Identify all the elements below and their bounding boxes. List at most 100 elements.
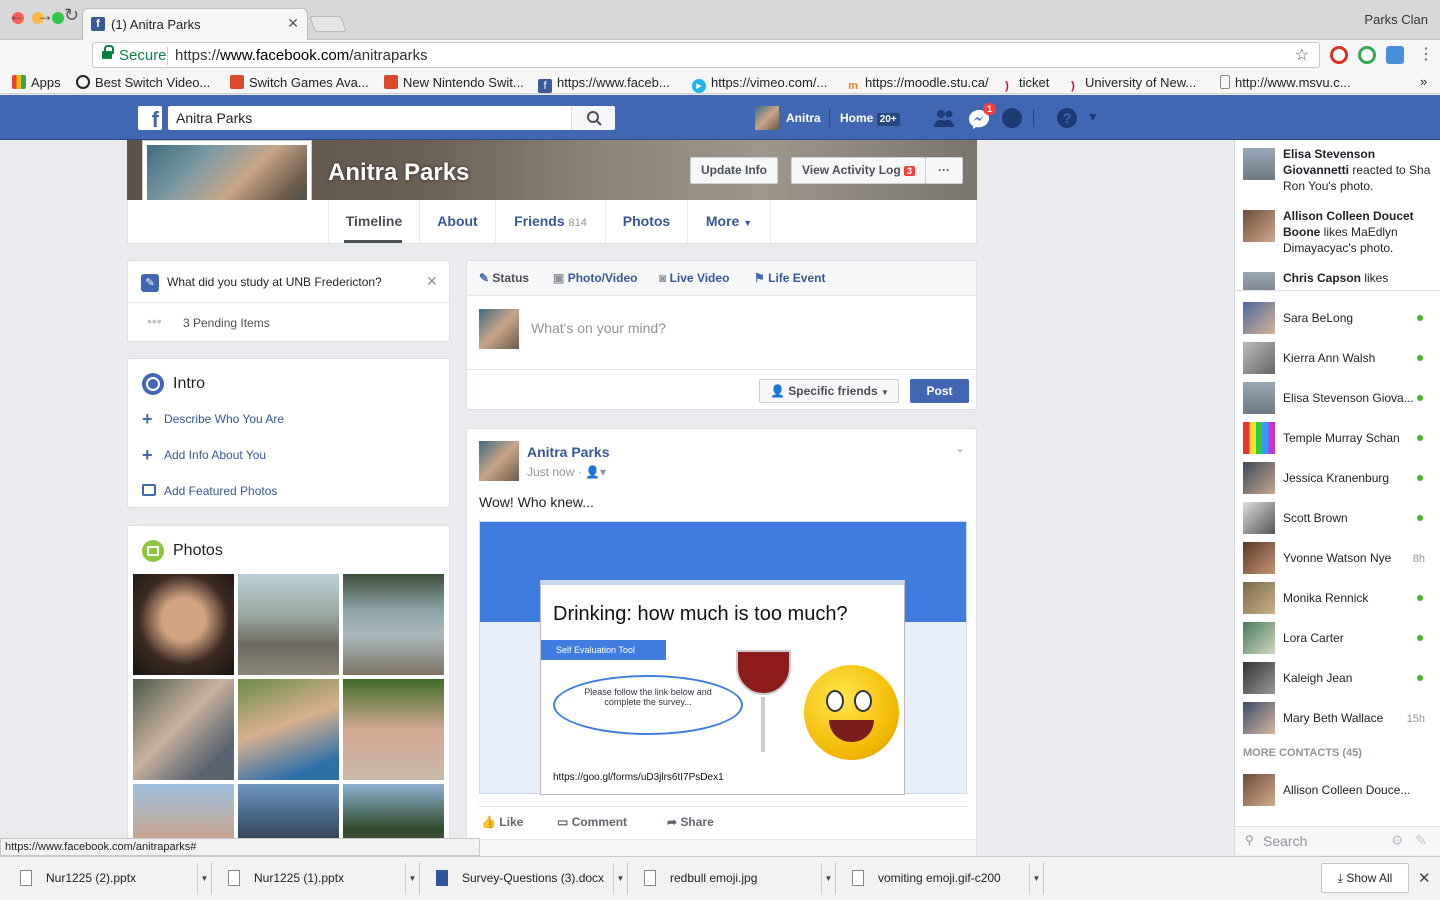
bookmarks-overflow-icon[interactable]: »: [1420, 74, 1427, 89]
contact-item[interactable]: Mary Beth Wallace 15h: [1243, 702, 1433, 734]
share-button[interactable]: ➦ Share: [667, 815, 714, 829]
bookmark-item[interactable]: Best Switch Video...: [76, 75, 210, 90]
url-text[interactable]: https://www.facebook.com/anitraparks: [175, 47, 428, 64]
post-time[interactable]: Just now ·: [527, 465, 582, 479]
account-dropdown-icon[interactable]: ▼: [1087, 110, 1099, 124]
describe-who-you-are-link[interactable]: Describe Who You Are: [164, 412, 284, 426]
download-menu-icon[interactable]: ▼: [613, 863, 627, 895]
photo-thumbnail[interactable]: [343, 784, 444, 844]
photo-video-tab[interactable]: ▣ Photo/Video: [553, 271, 637, 285]
extension-icon-blue[interactable]: [1386, 46, 1404, 64]
download-item[interactable]: Nur1225 (1).pptx ▼: [214, 863, 420, 895]
contact-item[interactable]: Kierra Ann Walsh: [1243, 342, 1433, 374]
view-activity-log-button[interactable]: View Activity Log 3: [791, 157, 927, 184]
post-author-name[interactable]: Anitra Parks: [527, 444, 609, 460]
fb-search-input[interactable]: [168, 106, 568, 130]
download-menu-icon[interactable]: ▼: [821, 863, 835, 895]
browser-menu-icon[interactable]: ⋮: [1418, 44, 1434, 64]
photo-thumbnail[interactable]: [133, 574, 234, 675]
bookmark-item[interactable]: ) ticket: [1000, 75, 1049, 93]
contact-item[interactable]: Kaleigh Jean: [1243, 662, 1433, 694]
close-tab-icon[interactable]: ✕: [287, 15, 299, 32]
photo-thumbnail[interactable]: [343, 679, 444, 780]
contact-item[interactable]: Monika Rennick: [1243, 582, 1433, 614]
address-bar[interactable]: Secure https://www.facebook.com/anitrapa…: [92, 42, 1320, 68]
tab-more[interactable]: More ▼: [687, 200, 771, 243]
update-info-button[interactable]: Update Info: [690, 157, 778, 184]
facebook-logo-icon[interactable]: f: [138, 106, 162, 130]
life-event-tab[interactable]: ⚑ Life Event: [754, 271, 825, 285]
tab-about[interactable]: About: [419, 200, 495, 243]
download-item[interactable]: Nur1225 (2).pptx ▼: [6, 863, 212, 895]
post-image[interactable]: Drinking: how much is too much? Self Eva…: [479, 521, 967, 795]
download-item[interactable]: redbull emoji.jpg ▼: [630, 863, 836, 895]
header-avatar[interactable]: [755, 106, 779, 130]
download-item[interactable]: Survey-Questions (3).docx ▼: [422, 863, 628, 895]
download-menu-icon[interactable]: ▼: [1029, 863, 1043, 895]
settings-gear-icon[interactable]: ⚙: [1391, 832, 1404, 849]
add-info-link[interactable]: Add Info About You: [164, 448, 266, 462]
forward-arrow-icon[interactable]: →: [36, 5, 54, 26]
comment-button[interactable]: ▭ Comment: [557, 815, 627, 829]
show-all-downloads-button[interactable]: ⤓ Show All: [1321, 863, 1409, 893]
contact-item[interactable]: Scott Brown: [1243, 502, 1433, 534]
extension-icon-green[interactable]: [1358, 46, 1376, 64]
contact-item[interactable]: Jessica Kranenburg: [1243, 462, 1433, 494]
contact-item[interactable]: Lora Carter: [1243, 622, 1433, 654]
bookmark-item[interactable]: http://www.msvu.c...: [1220, 75, 1351, 90]
browser-profile-name[interactable]: Parks Clan: [1364, 12, 1428, 27]
friend-requests-icon[interactable]: [932, 108, 956, 131]
dismiss-prompt-icon[interactable]: ✕: [426, 273, 438, 290]
study-question[interactable]: What did you study at UNB Fredericton?: [167, 275, 382, 289]
photo-thumbnail[interactable]: [133, 784, 234, 844]
post-author-avatar[interactable]: [479, 441, 519, 481]
bookmark-item[interactable]: f https://www.faceb...: [538, 75, 670, 93]
tab-friends[interactable]: Friends 814: [495, 200, 605, 243]
browser-tab-active[interactable]: f (1) Anitra Parks ✕: [82, 8, 308, 40]
post-button[interactable]: Post: [910, 379, 969, 403]
fb-search-button[interactable]: [571, 106, 615, 130]
download-item[interactable]: vomiting emoji.gif-c200 ▼: [838, 863, 1044, 895]
contact-item[interactable]: Elisa Stevenson Giova...: [1243, 382, 1433, 414]
more-options-button[interactable]: ···: [925, 157, 963, 184]
status-tab[interactable]: ✎ Status: [479, 271, 529, 285]
add-featured-photos-link[interactable]: Add Featured Photos: [164, 484, 277, 498]
new-message-icon[interactable]: ✎: [1415, 832, 1427, 849]
new-tab-button[interactable]: [309, 16, 347, 32]
close-downloads-icon[interactable]: ✕: [1418, 869, 1431, 887]
contact-item[interactable]: Yvonne Watson Nye 8h: [1243, 542, 1433, 574]
help-icon[interactable]: ?: [1057, 108, 1077, 128]
audience-icon[interactable]: 👤▾: [585, 465, 606, 479]
bookmark-item[interactable]: m https://moodle.stu.ca/: [846, 75, 988, 93]
header-user-link[interactable]: Anitra: [786, 111, 821, 125]
photo-thumbnail[interactable]: [133, 679, 234, 780]
like-button[interactable]: 👍 Like: [481, 815, 523, 829]
header-home-link[interactable]: Home 20+: [840, 111, 900, 126]
extension-icon-red[interactable]: [1330, 46, 1348, 64]
bookmark-item[interactable]: ▸ https://vimeo.com/...: [692, 75, 827, 93]
contact-item[interactable]: Temple Murray Schan: [1243, 422, 1433, 454]
contact-item[interactable]: Allison Colleen Douce...: [1243, 774, 1433, 806]
photo-thumbnail[interactable]: [238, 679, 339, 780]
photo-thumbnail[interactable]: [238, 574, 339, 675]
tab-photos[interactable]: Photos: [605, 200, 687, 243]
post-options-icon[interactable]: ⌄: [955, 441, 965, 455]
contact-item[interactable]: Sara BeLong: [1243, 302, 1433, 334]
download-menu-icon[interactable]: ▼: [197, 863, 211, 895]
bookmark-item[interactable]: ) University of New...: [1066, 75, 1196, 93]
live-video-tab[interactable]: ◙ Live Video: [659, 271, 729, 285]
pending-items-link[interactable]: 3 Pending Items: [183, 316, 270, 330]
photo-thumbnail[interactable]: [343, 574, 444, 675]
bookmark-apps[interactable]: Apps: [12, 75, 61, 90]
bookmark-star-icon[interactable]: ☆: [1295, 45, 1309, 65]
sidebar-search-input[interactable]: Search: [1263, 833, 1307, 849]
photo-thumbnail[interactable]: [238, 784, 339, 844]
tab-timeline[interactable]: Timeline: [328, 200, 419, 243]
download-menu-icon[interactable]: ▼: [405, 863, 419, 895]
composer-input[interactable]: What's on your mind?: [531, 320, 666, 336]
bookmark-item[interactable]: New Nintendo Swit...: [384, 75, 524, 90]
audience-selector[interactable]: 👤 Specific friends ▼: [759, 379, 899, 403]
profile-name[interactable]: Anitra Parks: [328, 159, 469, 187]
bookmark-item[interactable]: Switch Games Ava...: [230, 75, 369, 90]
back-arrow-icon[interactable]: ←: [8, 5, 26, 26]
